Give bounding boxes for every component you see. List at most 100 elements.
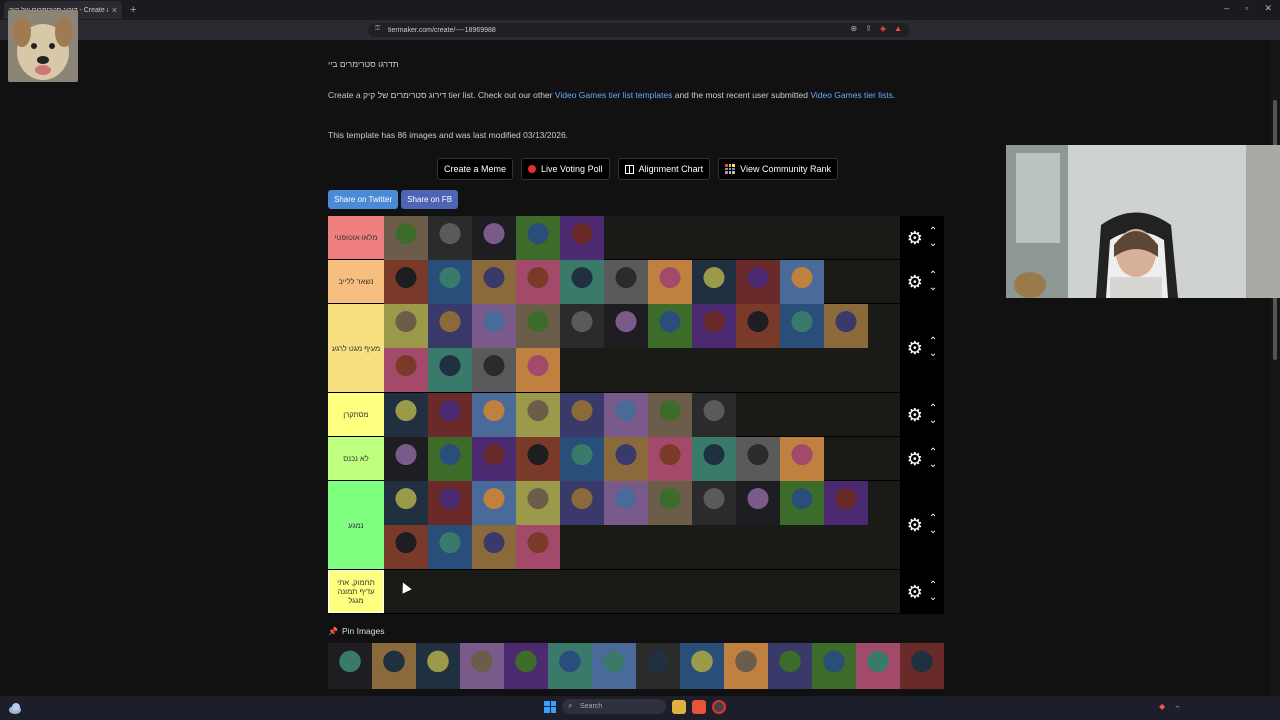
share-twitter-button[interactable]: Share on Twitter bbox=[328, 190, 399, 209]
video-games-templates-link[interactable]: Video Games tier list templates bbox=[555, 90, 672, 100]
streamer-thumbnail[interactable] bbox=[736, 304, 780, 348]
streamer-thumbnail[interactable] bbox=[384, 304, 428, 348]
gear-icon[interactable]: ⚙ bbox=[907, 516, 923, 534]
streamer-thumbnail[interactable] bbox=[648, 304, 692, 348]
new-tab-icon[interactable]: + bbox=[130, 4, 136, 16]
streamer-thumbnail[interactable] bbox=[384, 216, 428, 260]
streamer-thumbnail[interactable] bbox=[516, 437, 560, 481]
pool-thumbnail[interactable] bbox=[680, 643, 724, 689]
streamer-thumbnail[interactable] bbox=[648, 393, 692, 437]
tier-label[interactable]: נמגע bbox=[328, 481, 384, 569]
streamer-thumbnail[interactable] bbox=[780, 481, 824, 525]
streamer-thumbnail[interactable] bbox=[560, 393, 604, 437]
gear-icon[interactable]: ⚙ bbox=[907, 273, 923, 291]
streamer-thumbnail[interactable] bbox=[428, 348, 472, 392]
streamer-thumbnail[interactable] bbox=[472, 437, 516, 481]
chevron-up-icon[interactable]: ⌃ bbox=[929, 226, 937, 237]
pool-thumbnail[interactable] bbox=[416, 643, 460, 689]
pool-thumbnail[interactable] bbox=[724, 643, 768, 689]
zoom-icon[interactable]: ⊕ bbox=[851, 24, 858, 33]
streamer-thumbnail[interactable] bbox=[736, 481, 780, 525]
streamer-thumbnail[interactable] bbox=[516, 348, 560, 392]
close-tab-icon[interactable]: × bbox=[112, 5, 117, 15]
streamer-thumbnail[interactable] bbox=[736, 260, 780, 304]
share-fb-button[interactable]: Share on FB bbox=[401, 190, 459, 209]
pool-thumbnail[interactable] bbox=[592, 643, 636, 689]
chevron-up-icon[interactable]: ⌃ bbox=[929, 337, 937, 347]
streamer-thumbnail[interactable] bbox=[472, 260, 516, 304]
streamer-thumbnail[interactable] bbox=[516, 260, 560, 304]
streamer-thumbnail[interactable] bbox=[472, 348, 516, 392]
pool-thumbnail[interactable] bbox=[636, 643, 680, 689]
tray-icon[interactable]: ⌁ bbox=[1175, 702, 1180, 711]
streamer-thumbnail[interactable] bbox=[560, 216, 604, 260]
streamer-thumbnail[interactable] bbox=[780, 437, 824, 481]
streamer-thumbnail[interactable] bbox=[384, 525, 428, 569]
tier-items[interactable] bbox=[384, 216, 900, 260]
chevron-up-icon[interactable]: ⌃ bbox=[929, 514, 937, 524]
streamer-thumbnail[interactable] bbox=[692, 437, 736, 481]
minimize-icon[interactable]: – bbox=[1224, 3, 1229, 14]
tier-items[interactable] bbox=[384, 481, 900, 569]
streamer-thumbnail[interactable] bbox=[648, 481, 692, 525]
view-community-rank-button[interactable]: View Community Rank bbox=[718, 158, 838, 180]
pool-thumbnail[interactable] bbox=[812, 643, 856, 689]
close-window-icon[interactable]: ✕ bbox=[1264, 3, 1272, 14]
windows-icon[interactable] bbox=[544, 700, 556, 713]
tier-label[interactable]: לא נכנס bbox=[328, 437, 384, 480]
streamer-thumbnail[interactable] bbox=[428, 304, 472, 348]
streamer-thumbnail[interactable] bbox=[428, 216, 472, 260]
chevron-down-icon[interactable]: ⌄ bbox=[929, 238, 937, 249]
taskbar-search[interactable]: ⌕ Search bbox=[562, 699, 666, 714]
video-games-tier-lists-link[interactable]: Video Games tier lists bbox=[810, 90, 893, 100]
chevron-up-icon[interactable]: ⌃ bbox=[929, 447, 937, 458]
live-voting-poll-button[interactable]: Live Voting Poll bbox=[521, 158, 610, 180]
pool-thumbnail[interactable] bbox=[504, 643, 548, 689]
tier-label[interactable]: תחמוק, אתי עדיף תמונה מגגל bbox=[328, 570, 384, 613]
streamer-thumbnail[interactable] bbox=[692, 304, 736, 348]
chevron-down-icon[interactable]: ⌄ bbox=[929, 592, 937, 603]
gear-icon[interactable]: ⚙ bbox=[907, 450, 923, 468]
pool-thumbnail[interactable] bbox=[328, 643, 372, 689]
weather-icon[interactable] bbox=[8, 701, 22, 715]
streamer-thumbnail[interactable] bbox=[648, 437, 692, 481]
chevron-down-icon[interactable]: ⌄ bbox=[929, 349, 937, 359]
create-meme-button[interactable]: Create a Meme bbox=[437, 158, 514, 180]
pool-thumbnail[interactable] bbox=[768, 643, 812, 689]
streamer-thumbnail[interactable] bbox=[428, 525, 472, 569]
streamer-thumbnail[interactable] bbox=[384, 348, 428, 392]
chevron-down-icon[interactable]: ⌄ bbox=[929, 415, 937, 426]
streamer-thumbnail[interactable] bbox=[384, 393, 428, 437]
streamer-thumbnail[interactable] bbox=[736, 437, 780, 481]
streamer-thumbnail[interactable] bbox=[516, 393, 560, 437]
streamer-thumbnail[interactable] bbox=[560, 437, 604, 481]
streamer-thumbnail[interactable] bbox=[384, 260, 428, 304]
gear-icon[interactable]: ⚙ bbox=[907, 229, 923, 247]
streamer-thumbnail[interactable] bbox=[692, 260, 736, 304]
file-explorer-icon[interactable] bbox=[672, 699, 686, 714]
streamer-thumbnail[interactable] bbox=[604, 481, 648, 525]
gear-icon[interactable]: ⚙ bbox=[907, 339, 923, 357]
chevron-up-icon[interactable]: ⌃ bbox=[929, 580, 937, 591]
streamer-thumbnail[interactable] bbox=[472, 216, 516, 260]
obs-icon[interactable] bbox=[712, 699, 726, 714]
brave-shield-icon[interactable]: ◈ bbox=[880, 24, 886, 33]
streamer-thumbnail[interactable] bbox=[516, 481, 560, 525]
streamer-thumbnail[interactable] bbox=[604, 304, 648, 348]
gear-icon[interactable]: ⚙ bbox=[907, 406, 923, 424]
tier-label[interactable]: נשאר ללייב bbox=[328, 260, 384, 303]
tier-items[interactable] bbox=[384, 437, 900, 481]
chevron-down-icon[interactable]: ⌄ bbox=[929, 526, 937, 536]
streamer-thumbnail[interactable] bbox=[428, 260, 472, 304]
maximize-icon[interactable]: ▫ bbox=[1245, 3, 1248, 14]
streamer-thumbnail[interactable] bbox=[560, 481, 604, 525]
streamer-thumbnail[interactable] bbox=[692, 393, 736, 437]
streamer-thumbnail[interactable] bbox=[384, 437, 428, 481]
pool-thumbnail[interactable] bbox=[460, 643, 504, 689]
streamer-thumbnail[interactable] bbox=[472, 525, 516, 569]
streamer-thumbnail[interactable] bbox=[384, 481, 428, 525]
streamer-thumbnail[interactable] bbox=[648, 260, 692, 304]
gear-icon[interactable]: ⚙ bbox=[907, 583, 923, 601]
alignment-chart-button[interactable]: Alignment Chart bbox=[617, 158, 711, 180]
streamer-thumbnail[interactable] bbox=[780, 304, 824, 348]
